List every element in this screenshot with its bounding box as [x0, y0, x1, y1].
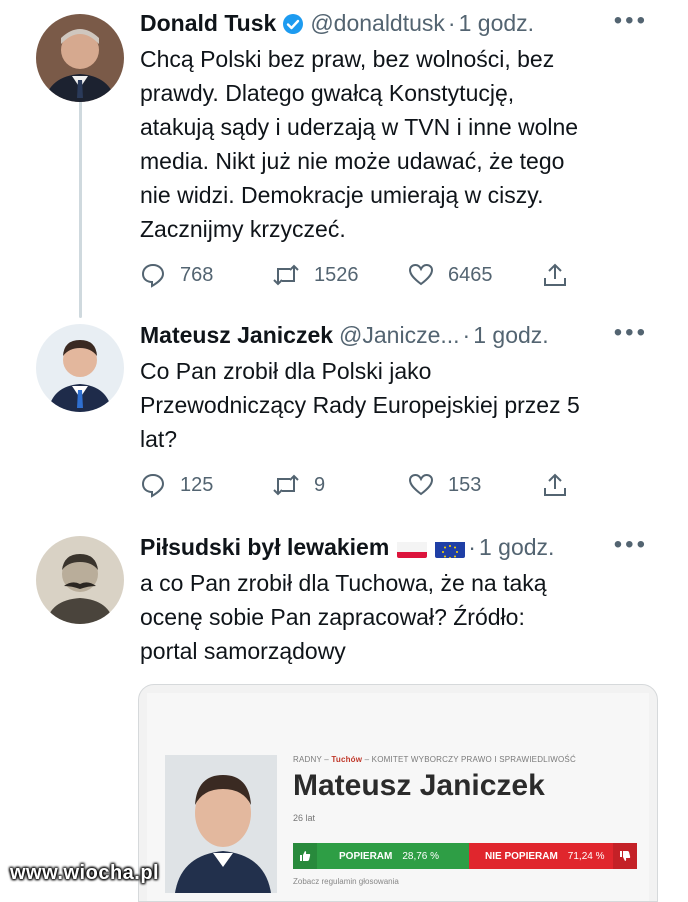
retweet-icon: [273, 474, 299, 496]
oppose-label: NIE POPIERAM: [485, 850, 558, 862]
share-icon: [544, 473, 566, 496]
user-handle[interactable]: @donaldtusk: [310, 10, 445, 36]
tweet-text: a co Pan zrobił dla Tuchowa, że na taką …: [140, 570, 547, 664]
share-button[interactable]: [542, 470, 582, 500]
heart-icon: [408, 473, 434, 496]
like-count: 153: [448, 473, 482, 496]
verified-badge-icon: [282, 11, 304, 45]
oppose-button[interactable]: NIE POPIERAM 71,24 %: [469, 843, 637, 869]
candidate-photo: [165, 755, 277, 893]
reply-icon: [141, 263, 165, 288]
tweet-actions: 125 9 153: [140, 470, 670, 500]
reply-count: 768: [180, 263, 214, 286]
attached-image-card[interactable]: RADNY – Tuchów – KOMITET WYBORCZY PRAWO …: [138, 684, 658, 902]
vote-bar: POPIERAM 28,76 % NIE POPIERAM 71,24 %: [293, 843, 637, 869]
retweet-button[interactable]: 1526: [272, 260, 359, 290]
thumbs-down-icon: [613, 843, 637, 869]
tweet-header: Mateusz Janiczek @Janicze... · 1 godz. •••: [140, 318, 670, 352]
avatar-mateusz-janiczek[interactable]: [36, 324, 124, 412]
avatar-donald-tusk[interactable]: [36, 14, 124, 102]
candidate-town: Tuchów: [331, 755, 363, 764]
candidate-meta: RADNY – Tuchów – KOMITET WYBORCZY PRAWO …: [293, 755, 576, 764]
tweet-actions: 768 1526 6465: [140, 260, 670, 290]
reply-button[interactable]: 768: [140, 260, 213, 290]
support-label: POPIERAM: [339, 850, 393, 862]
thread-connector-line: [79, 100, 82, 318]
support-button[interactable]: POPIERAM 28,76 %: [293, 843, 469, 869]
retweet-icon: [273, 264, 299, 286]
avatar-pilsudski[interactable]: [36, 536, 124, 624]
tweet-time[interactable]: 1 godz.: [479, 534, 554, 560]
tweet-text: Chcą Polski bez praw, bez wolności, bez …: [140, 46, 579, 242]
like-button[interactable]: 153: [408, 470, 481, 500]
tweet-body: Piłsudski był lewakiem · 1 godz. ••• a co…: [140, 530, 670, 668]
user-name[interactable]: Piłsudski był lewakiem: [140, 534, 389, 560]
voting-rules-link[interactable]: Zobacz regulamin głosowania: [293, 877, 399, 886]
user-handle[interactable]: @Janicze...: [339, 322, 460, 348]
tweet-time[interactable]: 1 godz.: [473, 322, 548, 348]
more-options-icon[interactable]: •••: [614, 4, 648, 38]
tweet-text: Co Pan zrobił dla Polski jako Przewodnic…: [140, 358, 580, 452]
share-button[interactable]: [542, 260, 582, 290]
more-options-icon[interactable]: •••: [614, 316, 648, 350]
reply-button[interactable]: 125: [140, 470, 213, 500]
poland-flag-icon: [397, 538, 428, 558]
reply-count: 125: [180, 473, 214, 496]
tweet-header: Piłsudski był lewakiem · 1 godz. •••: [140, 530, 670, 564]
oppose-percent: 71,24 %: [567, 850, 605, 862]
user-name[interactable]: Mateusz Janiczek: [140, 322, 333, 348]
share-icon: [544, 263, 566, 286]
candidate-age: 26 lat: [293, 813, 316, 823]
retweet-count: 9: [314, 473, 326, 496]
support-percent: 28,76 %: [402, 850, 440, 862]
tweet-body: Mateusz Janiczek @Janicze... · 1 godz. ••• …: [140, 318, 670, 500]
candidate-name: Mateusz Janiczek: [293, 769, 545, 802]
tweet-header: Donald Tusk @donaldtusk · 1 godz. •••: [140, 6, 670, 40]
more-options-icon[interactable]: •••: [614, 528, 648, 562]
tweet-time[interactable]: 1 godz.: [459, 10, 534, 36]
thumbs-up-icon: [293, 843, 317, 869]
eu-flag-icon: [435, 538, 466, 558]
heart-icon: [408, 263, 434, 286]
like-button[interactable]: 6465: [408, 260, 493, 290]
separator-dot: ·: [462, 322, 471, 348]
user-name[interactable]: Donald Tusk: [140, 10, 276, 36]
retweet-count: 1526: [314, 263, 359, 286]
tweet-body: Donald Tusk @donaldtusk · 1 godz. ••• Chcą…: [140, 6, 670, 290]
separator-dot: ·: [468, 534, 476, 560]
site-watermark: www.wiocha.pl: [10, 862, 160, 884]
card-content: RADNY – Tuchów – KOMITET WYBORCZY PRAWO …: [147, 693, 649, 901]
reply-icon: [141, 473, 165, 498]
like-count: 6465: [448, 263, 493, 286]
retweet-button[interactable]: 9: [272, 470, 325, 500]
separator-dot: ·: [447, 10, 456, 36]
